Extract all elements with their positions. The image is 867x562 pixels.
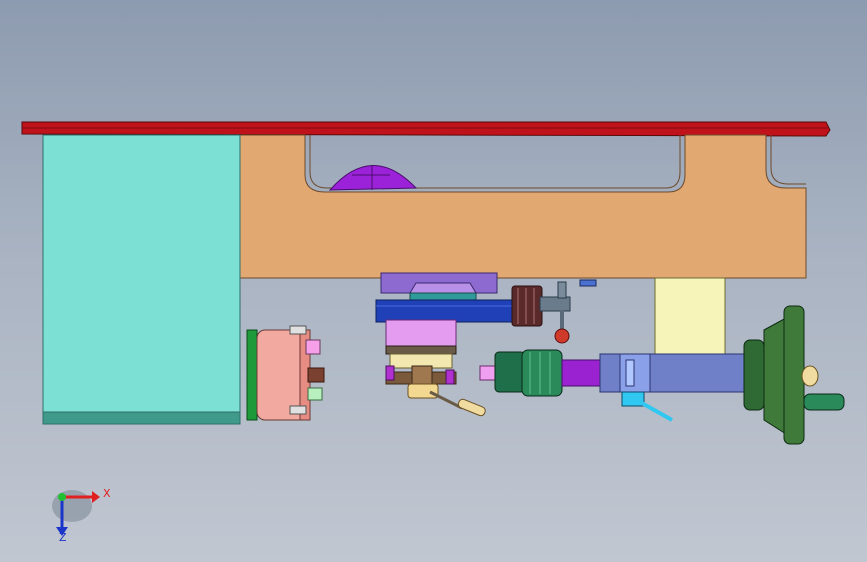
tailstock-lock-lever[interactable] [621, 391, 673, 422]
coordinate-triad: X Z [52, 487, 111, 544]
purple-gear-wheel[interactable] [328, 165, 418, 191]
tailstock-quill[interactable] [561, 359, 603, 387]
bed-top-rail[interactable] [21, 121, 831, 137]
cross-slide-crank-handle[interactable] [539, 279, 597, 344]
carriage-saddle[interactable] [375, 299, 517, 323]
cad-viewport[interactable]: X Z [0, 0, 867, 562]
cross-slide-handwheel[interactable] [511, 285, 543, 327]
x-axis-arrowhead [92, 491, 100, 503]
x-axis-label: X [103, 487, 111, 500]
cross-slide[interactable] [385, 319, 457, 355]
lathe-bed-body[interactable] [239, 134, 807, 279]
tailstock-support[interactable] [654, 277, 726, 355]
tailstock-handwheel[interactable] [743, 305, 845, 445]
drill-chuck[interactable] [494, 349, 563, 397]
triad-shadow [52, 490, 92, 522]
headstock[interactable] [42, 134, 241, 425]
y-axis-origin-dot [58, 493, 66, 501]
z-axis-label: Z [59, 531, 67, 544]
tool-post-lever[interactable] [429, 390, 486, 417]
tailstock-body[interactable] [599, 353, 745, 393]
spindle-chuck[interactable] [246, 325, 325, 421]
lathe-assembly-drawing: X Z [21, 121, 845, 544]
tool-post[interactable] [385, 353, 457, 399]
